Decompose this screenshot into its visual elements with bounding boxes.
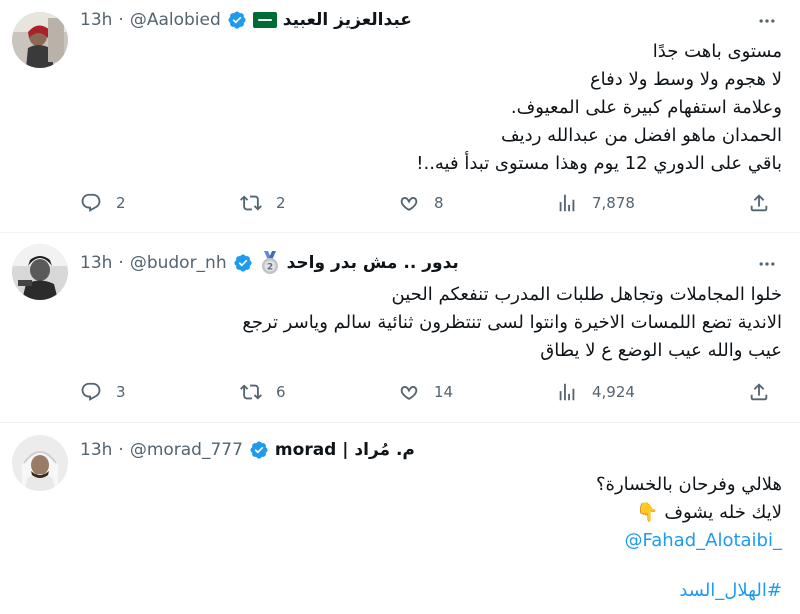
separator-dot: ·: [118, 10, 124, 30]
display-name[interactable]: عبدالعزيز العبيد: [283, 10, 412, 30]
tweet-line: باقي على الدوري 12 يوم وهذا مستوى تبدأ ف…: [416, 153, 782, 174]
views-count: 4,924: [592, 383, 635, 401]
reply-button[interactable]: 3: [80, 377, 126, 407]
tweet-line: عيب والله عيب الوضع ع لا يطاق: [540, 340, 782, 361]
tweet-line: مستوى باهت جدًا: [652, 41, 782, 62]
tweet-line: الحمدان ماهو افضل من عبدالله رديف: [501, 125, 782, 146]
share-button[interactable]: [748, 377, 770, 407]
reply-icon: [80, 381, 102, 403]
reply-button[interactable]: 2: [80, 188, 126, 218]
tweet-actions: 2 2 8 7,878: [80, 188, 782, 218]
retweet-icon: [240, 381, 262, 403]
views-count: 7,878: [592, 194, 635, 212]
tweet-actions: 3 6 14 4,924: [80, 377, 782, 407]
mention-link[interactable]: @Fahad_Alotaibi_: [80, 527, 782, 555]
retweet-count: 2: [276, 194, 286, 212]
tweet-line: لا هجوم ولا وسط ولا دفاع: [589, 69, 782, 90]
timestamp[interactable]: 13h: [80, 440, 112, 460]
share-button[interactable]: [748, 188, 770, 218]
tweet-line: الاندية تضع اللمسات الاخيرة وانتوا لسى ت…: [242, 312, 782, 333]
avatar-budor[interactable]: [12, 244, 68, 300]
tweet-text: هلالي وفرحان بالخسارة؟ لايك خله يشوف 👇 @…: [80, 471, 782, 555]
views-button[interactable]: 4,924: [556, 377, 635, 407]
user-handle[interactable]: @budor_nh: [130, 253, 227, 273]
display-name[interactable]: م. مُراد | morad: [275, 440, 415, 460]
tweet-2[interactable]: بدور .. مش بدر واحد 2 @budor_nh · 13h خل…: [0, 233, 800, 423]
like-button[interactable]: 8: [398, 188, 444, 218]
verified-badge-icon[interactable]: [249, 440, 269, 460]
avatar-aalobied[interactable]: [12, 12, 68, 68]
like-button[interactable]: 14: [398, 377, 453, 407]
retweet-icon: [240, 192, 262, 214]
reply-count: 2: [116, 194, 126, 212]
tweet-text: خلوا المجاملات وتجاهل طلبات المدرب تنفعك…: [80, 281, 782, 365]
hashtag-link[interactable]: #الهلال_السد: [80, 577, 782, 605]
hashtag-block: #الهلال_السد: [80, 577, 782, 605]
saudi-flag-icon: [252, 12, 277, 28]
verified-badge-icon[interactable]: [227, 10, 247, 30]
user-handle[interactable]: @morad_777: [130, 440, 243, 460]
like-icon: [398, 192, 420, 214]
views-icon: [556, 192, 578, 214]
verified-badge-icon[interactable]: [233, 253, 253, 273]
like-count: 14: [434, 383, 454, 401]
reply-count: 3: [116, 383, 126, 401]
tweet-line: هلالي وفرحان بالخسارة؟: [595, 474, 782, 495]
tweet-header: بدور .. مش بدر واحد 2 @budor_nh · 13h: [80, 250, 740, 276]
tweet-header: عبدالعزيز العبيد @Aalobied · 13h: [80, 7, 740, 33]
tweet-1[interactable]: عبدالعزيز العبيد @Aalobied · 13h مستوى ب…: [0, 0, 800, 233]
tweet-text: مستوى باهت جدًا لا هجوم ولا وسط ولا دفاع…: [80, 38, 782, 178]
tweet-line: لايك خله يشوف 👇: [636, 502, 782, 523]
views-icon: [556, 381, 578, 403]
separator-dot: ·: [118, 253, 124, 273]
reply-icon: [80, 192, 102, 214]
tweet-line: وعلامة استفهام كبيرة على المعيوف.: [510, 97, 782, 118]
share-icon: [748, 381, 770, 403]
tweet-line: خلوا المجاملات وتجاهل طلبات المدرب تنفعك…: [391, 284, 782, 305]
tweet-header: م. مُراد | morad @morad_777 · 13h: [80, 437, 740, 463]
retweet-count: 6: [276, 383, 286, 401]
user-handle[interactable]: @Aalobied: [130, 10, 221, 30]
more-icon[interactable]: [756, 10, 778, 32]
separator-dot: ·: [118, 440, 124, 460]
like-icon: [398, 381, 420, 403]
svg-text:2: 2: [266, 263, 272, 273]
more-icon[interactable]: [756, 253, 778, 275]
avatar-morad[interactable]: [12, 435, 68, 491]
timestamp[interactable]: 13h: [80, 253, 112, 273]
tweet-3[interactable]: م. مُراد | morad @morad_777 · 13h هلالي …: [0, 423, 800, 614]
retweet-button[interactable]: 6: [240, 377, 286, 407]
views-button[interactable]: 7,878: [556, 188, 635, 218]
retweet-button[interactable]: 2: [240, 188, 286, 218]
timestamp[interactable]: 13h: [80, 10, 112, 30]
second-place-medal-icon: 2: [259, 251, 281, 275]
like-count: 8: [434, 194, 444, 212]
display-name[interactable]: بدور .. مش بدر واحد: [287, 253, 459, 273]
share-icon: [748, 192, 770, 214]
